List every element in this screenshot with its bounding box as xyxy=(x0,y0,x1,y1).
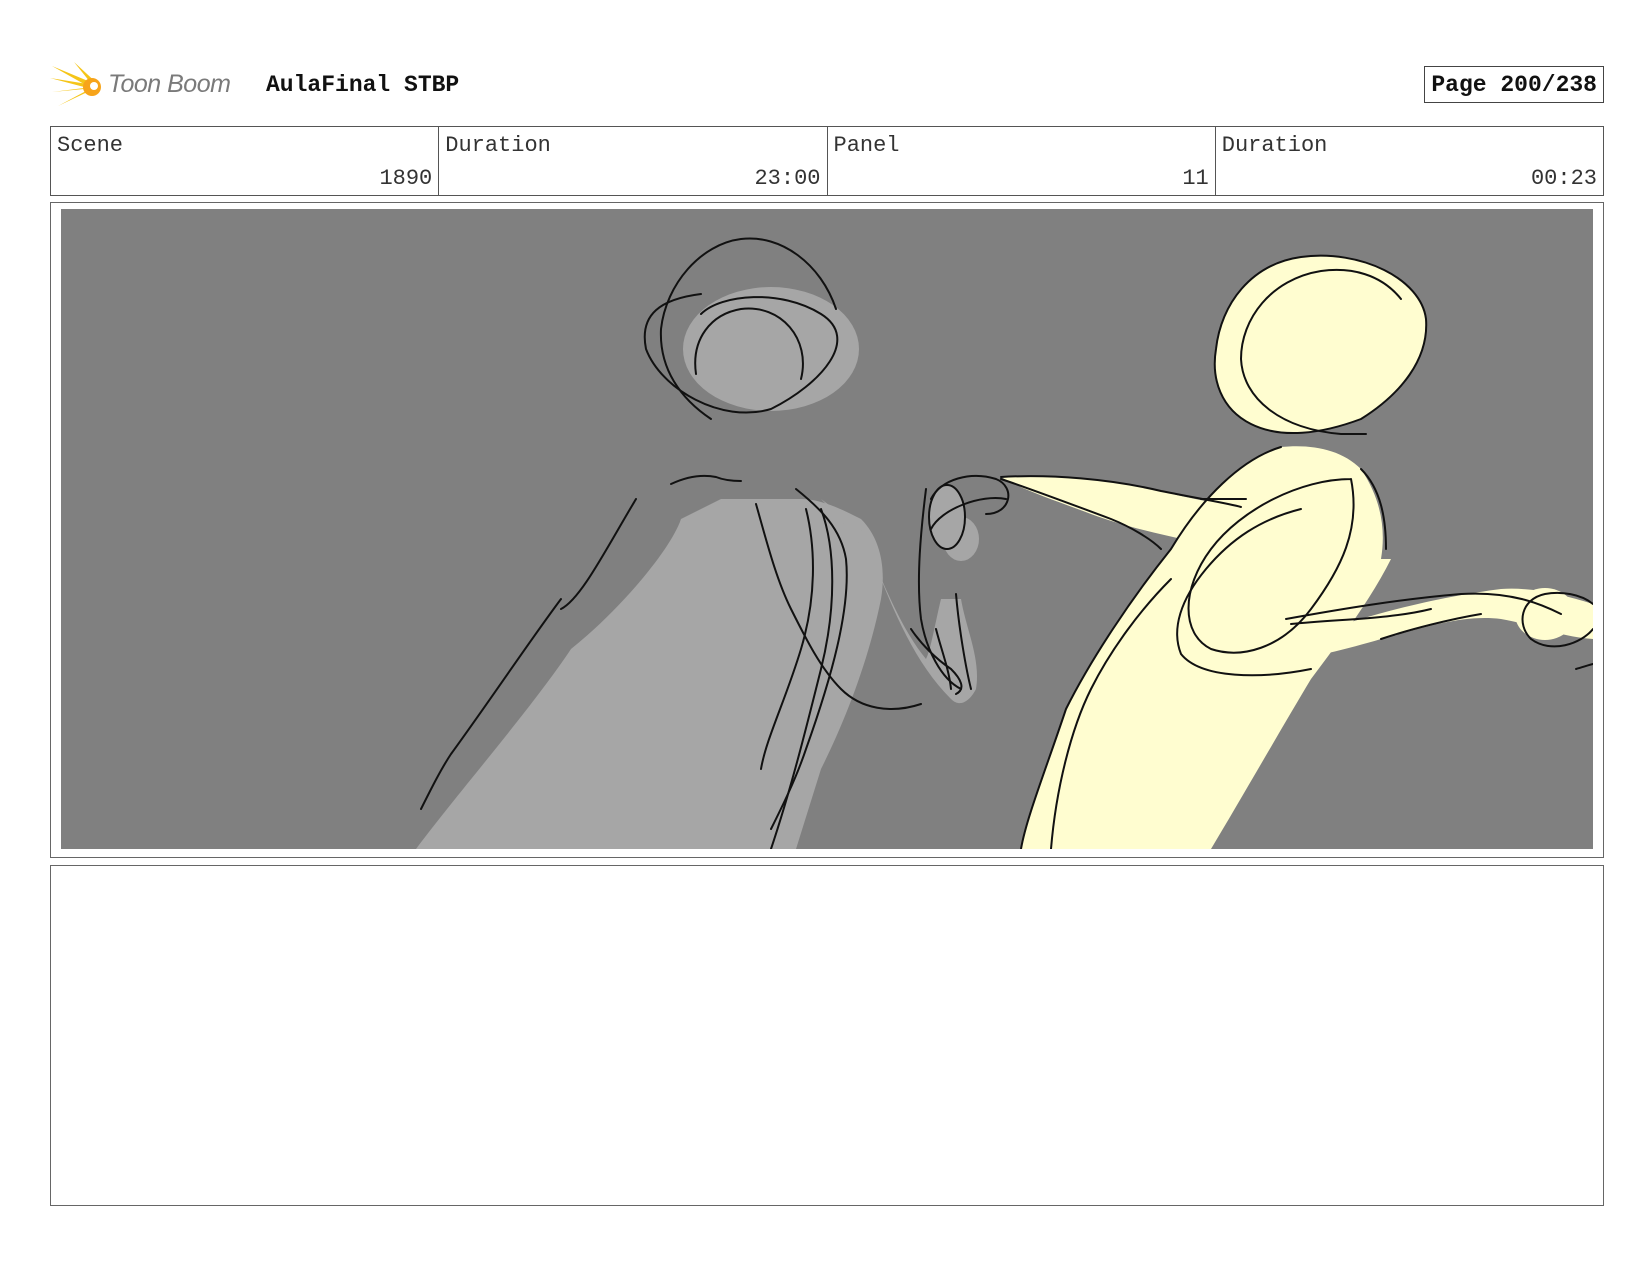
scene-duration-cell: Duration 23:00 xyxy=(438,127,826,195)
panel-label: Panel xyxy=(833,133,900,158)
scene-cell: Scene 1890 xyxy=(51,127,438,195)
scene-duration-label: Duration xyxy=(445,133,551,158)
panel-cell: Panel 11 xyxy=(826,127,1215,195)
project-title: AulaFinal STBP xyxy=(266,72,460,98)
panel-duration-label: Duration xyxy=(1221,133,1328,158)
toon-boom-logo: Toon Boom xyxy=(50,60,250,108)
page-header: Toon Boom AulaFinal STBP Page 200/238 xyxy=(50,58,1604,108)
panel-notes-box xyxy=(50,865,1604,1206)
scene-info-table: Scene 1890 Duration 23:00 Panel 11 Durat… xyxy=(50,126,1604,196)
panel-duration-value: 00:23 xyxy=(1530,166,1597,191)
starburst-logo-icon xyxy=(50,62,101,106)
scene-label: Scene xyxy=(57,133,124,158)
scene-value: 1890 xyxy=(379,166,433,191)
storyboard-panel-frame xyxy=(50,202,1604,858)
panel-duration-cell: Duration 00:23 xyxy=(1214,127,1603,195)
panel-sketch xyxy=(61,209,1593,849)
scene-duration-value: 23:00 xyxy=(754,166,821,191)
logo-wordmark: Toon Boom xyxy=(108,70,231,98)
page-indicator: Page 200/238 xyxy=(1424,66,1604,103)
storyboard-panel-image xyxy=(61,209,1593,849)
panel-value: 11 xyxy=(1182,166,1209,191)
